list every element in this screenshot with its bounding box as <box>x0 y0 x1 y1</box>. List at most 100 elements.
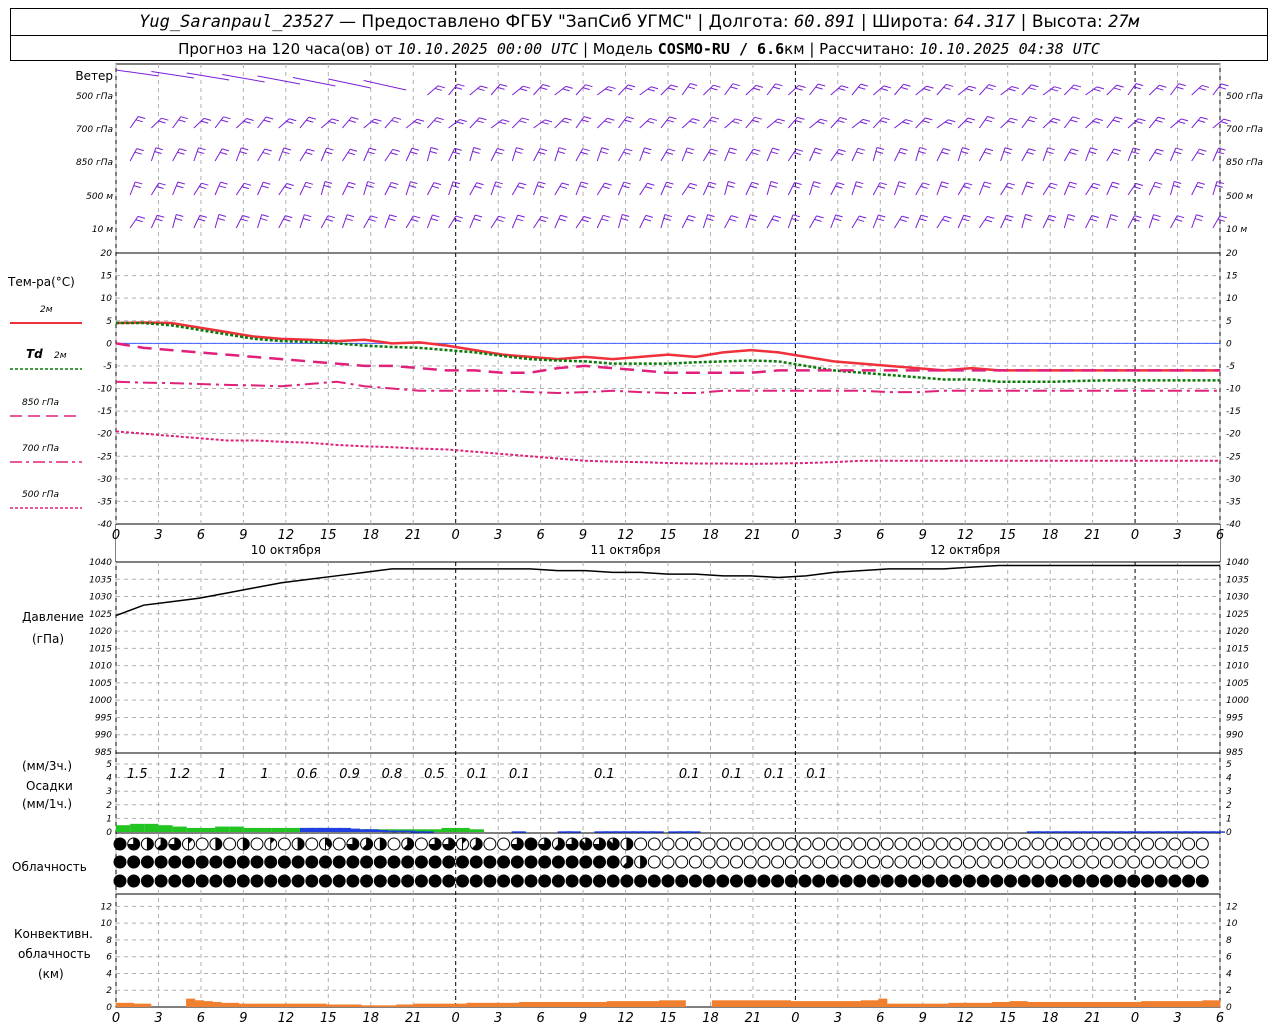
precip-3h-value: 0.8 <box>382 767 403 782</box>
wind-barb-feather <box>1196 214 1204 218</box>
wind-barb-feather <box>1221 83 1229 87</box>
wind-barb <box>320 147 334 162</box>
conv-bar <box>913 1003 923 1007</box>
cloud-symbol <box>1113 837 1127 851</box>
cloud-symbol <box>168 837 182 851</box>
wind-barb-staff <box>511 117 523 129</box>
wind-barb-staff <box>1000 182 1009 196</box>
cloud-symbol <box>1168 837 1182 851</box>
wind-barb-feather <box>1135 83 1144 87</box>
cloud-symbol <box>880 855 894 869</box>
wind-barb-staff <box>787 149 797 162</box>
wind-barb-feather <box>516 147 524 151</box>
wind-barb-staff <box>639 118 651 129</box>
conv-y-tick: 12 <box>101 902 113 912</box>
wind-barb-feather <box>943 148 951 152</box>
wind-barb-staff <box>384 214 391 229</box>
wind-barb-staff <box>703 84 714 96</box>
cloud-symbol <box>1141 874 1154 888</box>
temp-y-tick: -20 <box>97 430 112 440</box>
wind-barb-staff <box>1212 215 1221 229</box>
x-tick-label-bottom: 0 <box>791 1011 799 1024</box>
wind-barb <box>511 147 524 162</box>
wind-barb-feather <box>391 182 399 186</box>
cloud-symbol <box>483 837 497 851</box>
wind-barb-feather <box>1054 86 1062 90</box>
cloud-symbol <box>538 855 552 869</box>
wind-barb-staff <box>405 181 411 196</box>
cloud-circle-outline <box>1004 837 1017 851</box>
wind-barb <box>469 214 483 229</box>
cloud-symbol <box>825 855 839 869</box>
wind-barb-feather <box>560 214 568 218</box>
wind-barb-feather <box>565 85 573 89</box>
wind-level-label: 500 м <box>86 192 113 202</box>
cloud-symbol <box>346 855 360 869</box>
cloud-symbol <box>223 837 237 851</box>
conv-bar <box>930 1003 940 1007</box>
cloud-symbol <box>990 837 1004 851</box>
wind-barb-staff <box>851 181 857 196</box>
wind-barb-feather <box>795 87 803 91</box>
wind-barb <box>702 116 720 129</box>
cloud-circle-outline <box>1072 855 1086 869</box>
cloud-symbol <box>962 874 976 888</box>
cloud-circle-fill <box>634 875 647 887</box>
wind-barb-feather <box>370 215 378 219</box>
wind-barb-feather <box>1174 181 1182 184</box>
wind-barb-feather <box>751 152 759 156</box>
cloud-circle-outline <box>867 855 880 869</box>
wind-barb <box>872 147 885 162</box>
conv-bar <box>738 1000 748 1007</box>
cloud-symbol <box>1127 874 1141 888</box>
cloud-circle-outline <box>784 855 798 869</box>
wind-barb-feather <box>941 181 949 185</box>
wind-barb-staff <box>724 118 736 129</box>
wind-barb-feather <box>669 116 677 120</box>
conv-bar <box>133 1003 143 1007</box>
precip-label: Осадки <box>26 779 73 793</box>
wind-barb-feather <box>498 121 507 125</box>
x-tick-label: 9 <box>579 528 587 543</box>
wind-barb-feather <box>452 181 461 185</box>
wind-barb <box>745 84 764 96</box>
wind-barb-feather <box>476 182 484 186</box>
wind-barb-staff <box>1021 84 1032 96</box>
wind-barb <box>554 117 572 129</box>
temp-y-tick-right: -10 <box>1226 385 1241 395</box>
legend-text: 2м <box>40 305 53 315</box>
wind-barb-feather <box>580 181 589 185</box>
conv-bar <box>1018 1001 1028 1007</box>
conv-bar <box>124 1002 134 1007</box>
cloud-circle-fill <box>278 875 291 887</box>
conv-bar <box>405 1004 415 1007</box>
wind-barb-staff <box>511 85 524 96</box>
wind-barb-feather <box>500 83 508 87</box>
wind-barb <box>787 116 805 129</box>
wind-barb <box>872 85 892 96</box>
conv-bar <box>1123 1001 1133 1007</box>
precip-snow-bar <box>511 831 526 833</box>
precip-3h-value: 0.6 <box>297 767 318 782</box>
x-tick-label: 18 <box>362 528 379 543</box>
wind-barb <box>1063 116 1080 129</box>
conv-bar <box>501 1002 511 1007</box>
temp-y-tick: -15 <box>97 407 112 417</box>
conv-bar <box>825 1001 835 1007</box>
cloud-symbol <box>702 874 716 888</box>
wind-barb <box>363 181 375 196</box>
cloud-circle-outline <box>976 855 990 869</box>
cloud-circle-fill <box>593 856 606 868</box>
wind-barb-staff <box>724 215 732 229</box>
cloud-symbol <box>442 837 456 851</box>
cloud-circle-outline <box>1086 837 1100 851</box>
conv-bar <box>860 1000 870 1007</box>
wind-barb-feather <box>502 119 510 123</box>
x-tick-label-bottom: 6 <box>1216 1011 1224 1024</box>
cloud-symbol <box>606 855 620 869</box>
cloud-symbol <box>182 874 195 888</box>
wind-barb <box>915 85 934 96</box>
cloud-symbol <box>140 855 154 869</box>
wind-barb-feather <box>1132 147 1141 151</box>
cloud-circle-fill <box>155 856 168 868</box>
